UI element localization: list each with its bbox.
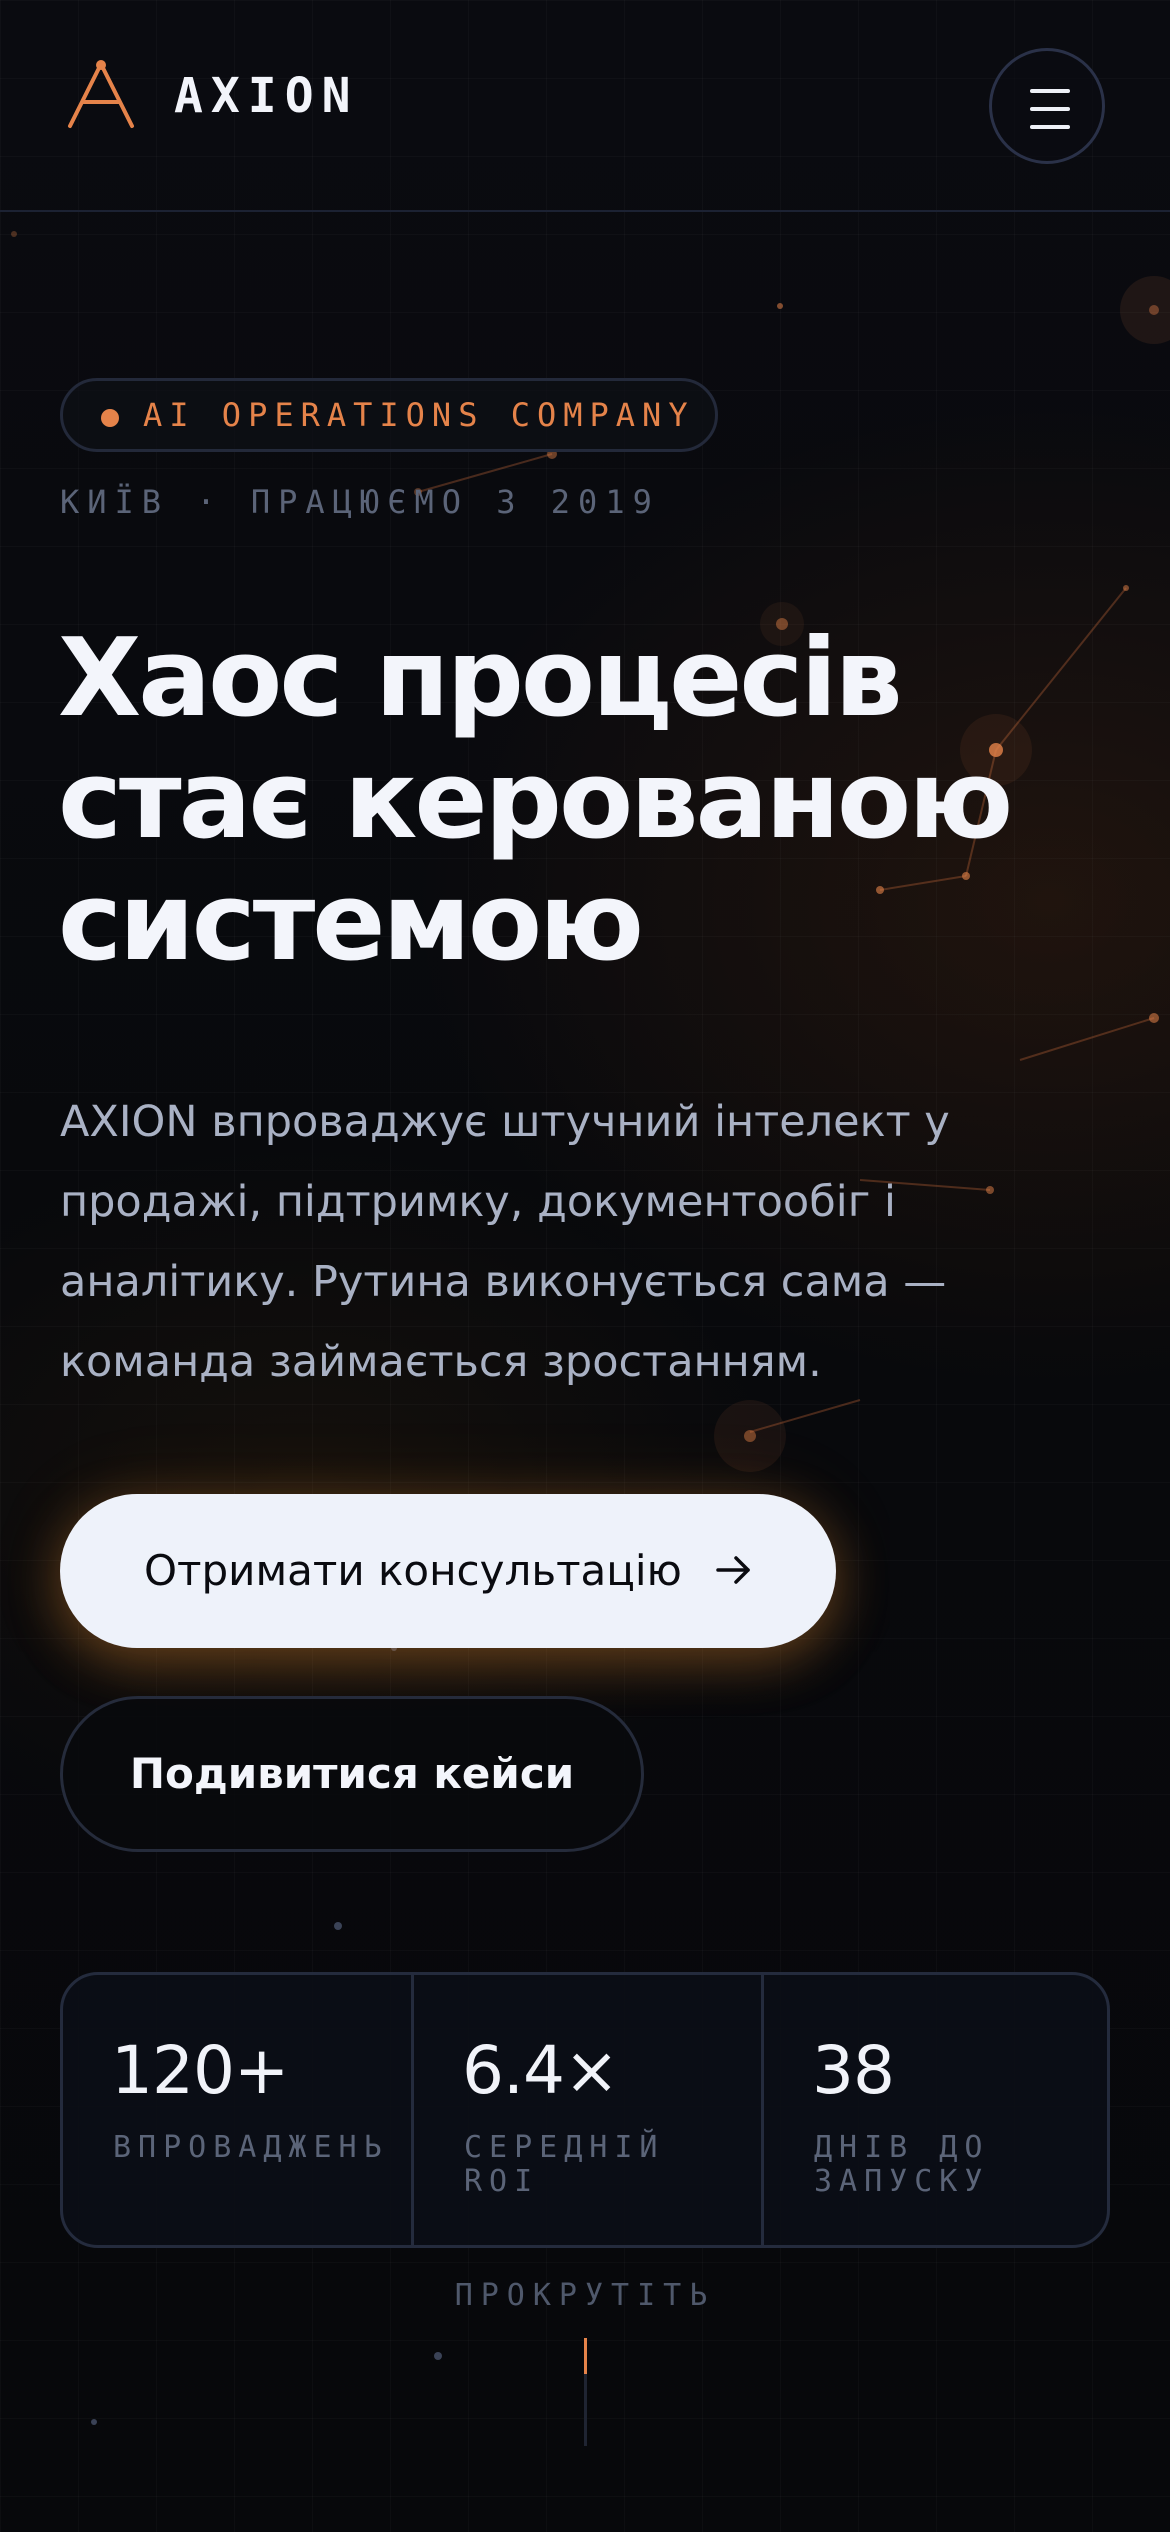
location-meta: КИЇВ · ПРАЦЮЄМО З 2019	[60, 483, 660, 521]
stat-days-to-launch: 38 ДНІВ ДО ЗАПУСКУ	[761, 1975, 1107, 2245]
hero-headline: Хаос процесів стає керованою системою	[58, 618, 1118, 984]
view-cases-label: Подивитися кейси	[129, 1749, 575, 1798]
hero-description: AXION впроваджує штучний інтелект у прод…	[60, 1082, 1070, 1402]
brand-name[interactable]: AXION	[174, 66, 359, 126]
headline-line: системою	[58, 860, 644, 985]
stat-value: 6.4×	[462, 2032, 619, 2109]
badge-label: AI OPERATIONS COMPANY	[143, 396, 695, 434]
stat-value: 120+	[111, 2032, 289, 2109]
scroll-hint-label: ПРОКРУТІТЬ	[454, 2278, 716, 2313]
status-dot-icon	[101, 409, 119, 427]
view-cases-button[interactable]: Подивитися кейси	[60, 1696, 644, 1852]
stat-implementations: 120+ ВПРОВАДЖЕНЬ	[63, 1975, 411, 2245]
top-navigation-bar: AXION	[0, 0, 1170, 212]
menu-button[interactable]	[989, 48, 1105, 164]
stats-panel: 120+ ВПРОВАДЖЕНЬ 6.4× СЕРЕДНІЙ ROI 38 ДН…	[60, 1972, 1110, 2248]
scroll-indicator-thumb	[584, 2338, 587, 2374]
description-line: аналітику. Рутина виконується сама —	[60, 1257, 947, 1307]
headline-line: Хаос процесів	[58, 616, 903, 741]
get-consultation-label: Отримати консультацію	[144, 1546, 682, 1595]
axion-a-logo-icon[interactable]	[66, 58, 136, 130]
description-line: команда займається зростанням.	[60, 1337, 822, 1387]
stat-caption: ДНІВ ДО ЗАПУСКУ	[814, 2130, 990, 2199]
company-badge: AI OPERATIONS COMPANY	[60, 378, 718, 452]
headline-line: стає керованою	[58, 738, 1013, 863]
stat-caption: ВПРОВАДЖЕНЬ	[113, 2130, 389, 2165]
stat-value: 38	[812, 2032, 895, 2109]
get-consultation-button[interactable]: Отримати консультацію	[60, 1494, 836, 1648]
stat-average-roi: 6.4× СЕРЕДНІЙ ROI	[411, 1975, 764, 2245]
description-line: продажі, підтримку, документообіг і	[60, 1177, 896, 1227]
description-line: AXION впроваджує штучний інтелект у	[60, 1097, 950, 1147]
arrow-right-icon	[716, 1556, 750, 1584]
stat-caption: СЕРЕДНІЙ ROI	[464, 2130, 665, 2199]
hamburger-menu-icon	[1030, 89, 1070, 93]
hamburger-menu-icon-bar	[1030, 125, 1070, 129]
hamburger-menu-icon-bar	[1030, 107, 1070, 111]
